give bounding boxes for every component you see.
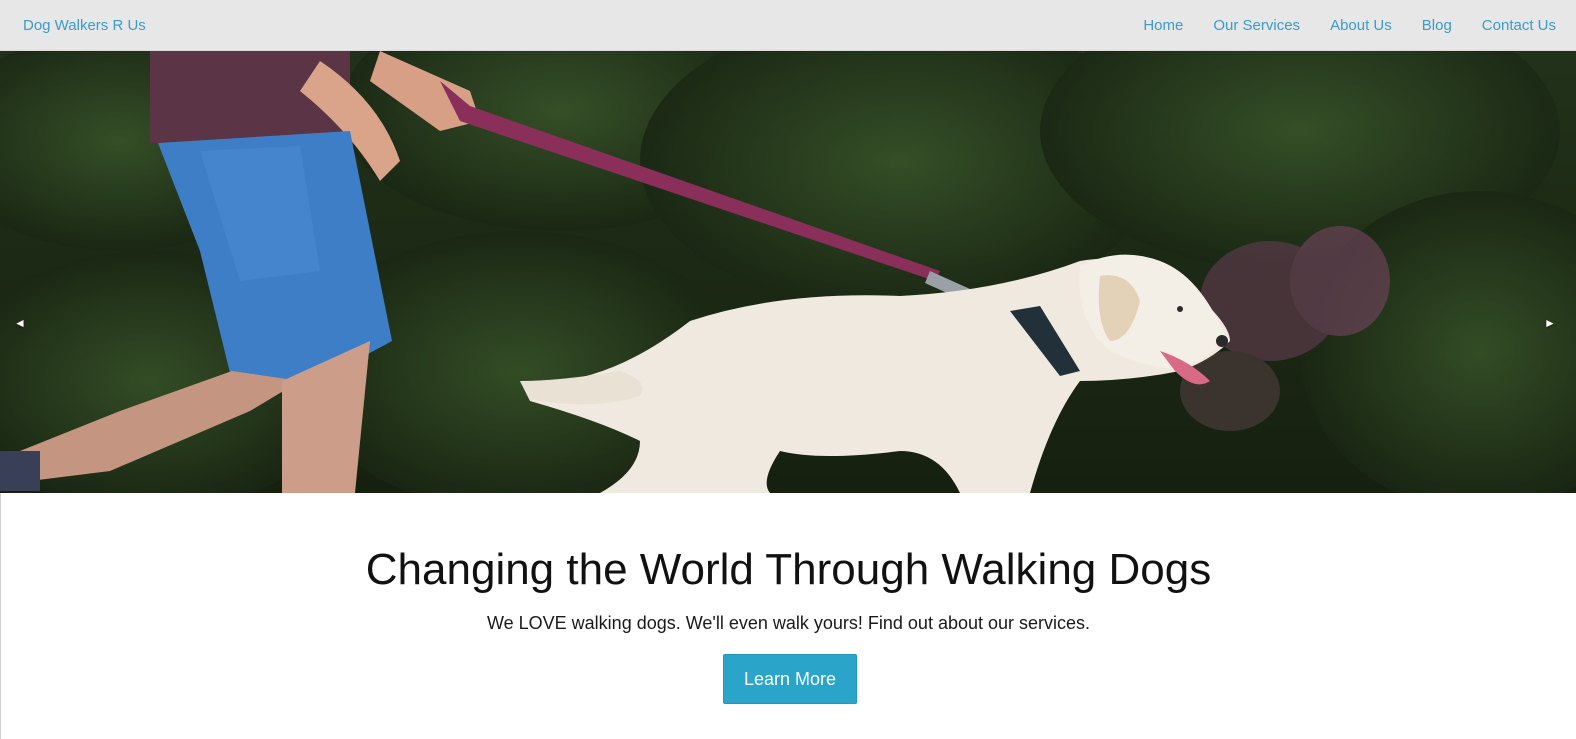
nav-item-contact: Contact Us bbox=[1466, 17, 1556, 34]
learn-more-button[interactable]: Learn More bbox=[723, 654, 857, 704]
nav-menu: Home Our Services About Us Blog Contact … bbox=[1127, 17, 1556, 34]
intro-section: Changing the World Through Walking Dogs … bbox=[0, 493, 1576, 739]
nav-item-services: Our Services bbox=[1197, 17, 1314, 34]
nav-link-contact-us[interactable]: Contact Us bbox=[1466, 17, 1556, 34]
nav-link-our-services[interactable]: Our Services bbox=[1197, 17, 1314, 34]
nav-link-home[interactable]: Home bbox=[1127, 17, 1197, 34]
hero-dog-walking-image bbox=[0, 51, 1576, 493]
page-headline: Changing the World Through Walking Dogs bbox=[365, 545, 1212, 594]
brand-link[interactable]: Dog Walkers R Us bbox=[23, 17, 146, 34]
nav-link-blog[interactable]: Blog bbox=[1406, 17, 1466, 34]
carousel-next-icon[interactable]: ► bbox=[1542, 315, 1558, 331]
hero-carousel: ◄ ► bbox=[0, 51, 1576, 493]
carousel-prev-icon[interactable]: ◄ bbox=[12, 315, 28, 331]
nav-item-blog: Blog bbox=[1406, 17, 1466, 34]
nav-link-about-us[interactable]: About Us bbox=[1314, 17, 1406, 34]
top-navbar: Dog Walkers R Us Home Our Services About… bbox=[0, 0, 1576, 51]
page-subheading: We LOVE walking dogs. We'll even walk yo… bbox=[486, 613, 1091, 633]
nav-item-home: Home bbox=[1127, 17, 1197, 34]
nav-item-about: About Us bbox=[1314, 17, 1406, 34]
